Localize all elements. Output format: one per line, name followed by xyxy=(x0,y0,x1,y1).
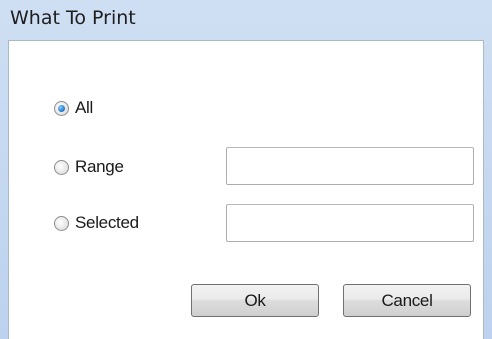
radio-range-indicator[interactable] xyxy=(54,159,69,175)
range-input[interactable] xyxy=(226,147,474,185)
selected-input[interactable] xyxy=(226,204,474,242)
dialog-window: What To Print All Range Selected Ok Canc… xyxy=(0,0,492,339)
title-bar[interactable]: What To Print xyxy=(0,0,492,40)
radio-all[interactable]: All xyxy=(54,98,93,118)
radio-all-indicator[interactable] xyxy=(54,100,69,116)
cancel-button[interactable]: Cancel xyxy=(343,284,471,317)
window-title: What To Print xyxy=(10,7,136,29)
radio-selected-indicator[interactable] xyxy=(54,215,69,231)
radio-all-label: All xyxy=(75,98,93,117)
radio-selected[interactable]: Selected xyxy=(54,213,139,233)
radio-range-label: Range xyxy=(75,157,124,176)
dialog-content: All Range Selected Ok Cancel xyxy=(8,40,484,339)
radio-selected-label: Selected xyxy=(75,213,139,232)
radio-range[interactable]: Range xyxy=(54,157,124,177)
ok-button[interactable]: Ok xyxy=(191,284,319,317)
